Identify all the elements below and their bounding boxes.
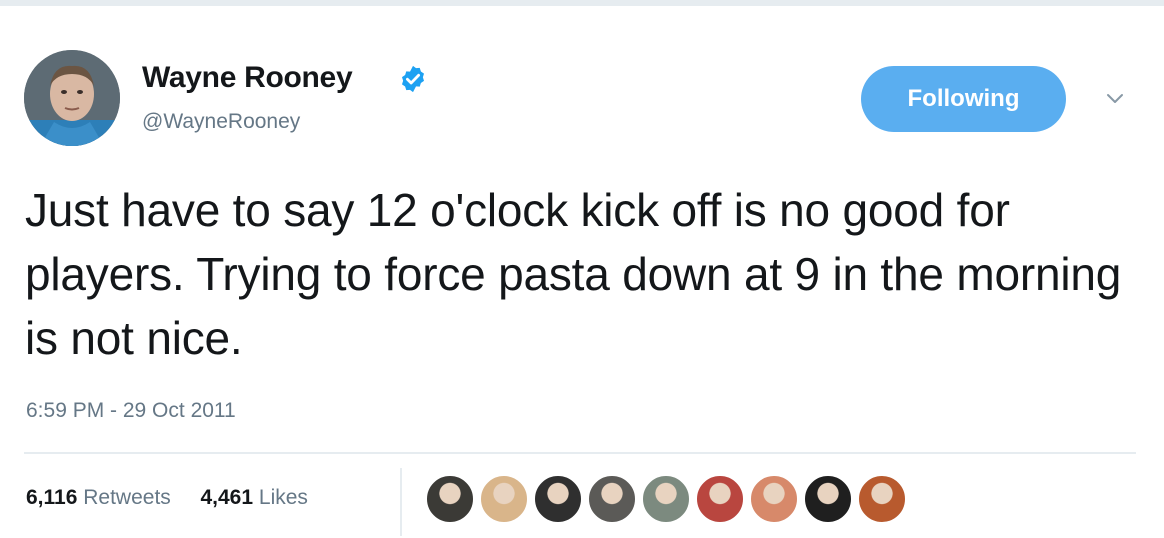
divider bbox=[24, 452, 1136, 454]
handle[interactable]: @WayneRooney bbox=[142, 110, 300, 134]
liker-avatar[interactable] bbox=[479, 474, 529, 524]
avatar[interactable] bbox=[24, 50, 120, 146]
likes-count: 4,461 bbox=[200, 486, 254, 509]
verified-badge-icon bbox=[402, 65, 424, 93]
chevron-down-icon[interactable] bbox=[1103, 86, 1127, 110]
stats-separator bbox=[400, 468, 402, 536]
liker-avatar[interactable] bbox=[749, 474, 799, 524]
tweet-card: Wayne Rooney @WayneRooney Following Just… bbox=[0, 0, 1164, 538]
avatar-image bbox=[24, 50, 120, 146]
retweets-count: 6,116 bbox=[26, 486, 78, 509]
liker-avatar[interactable] bbox=[695, 474, 745, 524]
retweets-stat[interactable]: 6,116 Retweets bbox=[26, 486, 177, 509]
liker-avatar[interactable] bbox=[857, 474, 907, 524]
timestamp[interactable]: 6:59 PM - 29 Oct 2011 bbox=[26, 399, 236, 423]
liker-avatar[interactable] bbox=[425, 474, 475, 524]
liker-avatar[interactable] bbox=[641, 474, 691, 524]
likes-label: Likes bbox=[258, 486, 308, 509]
liker-avatar[interactable] bbox=[587, 474, 637, 524]
tweet-text: Just have to say 12 o'clock kick off is … bbox=[25, 184, 1122, 364]
liker-avatar[interactable] bbox=[803, 474, 853, 524]
liker-avatar[interactable] bbox=[533, 474, 583, 524]
display-name[interactable]: Wayne Rooney bbox=[142, 61, 353, 95]
tweet-stats: 6,116 Retweets 4,461 Likes bbox=[26, 486, 308, 510]
likes-stat[interactable]: 4,461 Likes bbox=[200, 486, 307, 509]
retweets-label: Retweets bbox=[83, 486, 171, 509]
following-button[interactable]: Following bbox=[861, 66, 1066, 132]
